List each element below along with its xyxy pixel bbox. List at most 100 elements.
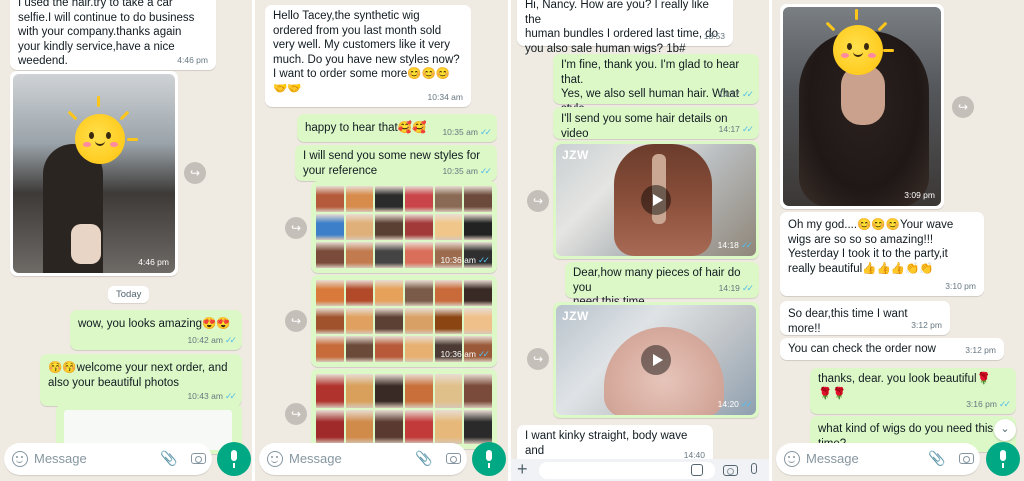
hair-video-2[interactable]: JZW 14:20 ✓✓	[556, 305, 756, 415]
plus-icon[interactable]: +	[517, 459, 528, 480]
wig-thumbnail[interactable]	[345, 374, 374, 408]
wig-thumbnail[interactable]	[434, 186, 463, 212]
photo-time: 3:09 pm	[904, 189, 935, 200]
video-message[interactable]: JZW 14:20 ✓✓	[553, 302, 759, 418]
forward-icon[interactable]: ↪	[285, 403, 307, 425]
scroll-down-icon[interactable]: ⌄	[994, 419, 1016, 441]
emoji-icon[interactable]	[12, 451, 28, 467]
play-icon[interactable]	[641, 345, 671, 375]
wig-thumbnail[interactable]	[375, 336, 403, 362]
wig-photo[interactable]: 3:09 pm	[783, 7, 941, 206]
wig-thumbnail[interactable]	[375, 214, 403, 240]
wig-thumbnail[interactable]	[345, 186, 374, 212]
forward-icon[interactable]: ↪	[285, 310, 307, 332]
attach-icon[interactable]: 📎	[160, 450, 177, 467]
wig-thumbnail[interactable]	[345, 410, 374, 444]
message-time: 14:17 ✓✓	[718, 123, 754, 134]
video-message[interactable]: JZW 14:18 ✓✓	[553, 141, 759, 259]
wig-thumbnail[interactable]	[434, 280, 463, 306]
wig-thumbnail[interactable]	[404, 308, 433, 334]
play-icon[interactable]	[641, 185, 671, 215]
wig-thumbnail[interactable]	[464, 280, 492, 306]
image-message[interactable]: 10:36 am ✓✓	[311, 275, 497, 367]
photo-message[interactable]: 4:46 pm	[10, 71, 178, 276]
wig-thumbnail[interactable]	[375, 186, 403, 212]
wig-thumbnail[interactable]	[434, 410, 463, 444]
wig-thumbnail[interactable]	[316, 410, 344, 444]
image-message[interactable]: 10:36 am ✓✓	[311, 181, 497, 273]
wig-thumbnail[interactable]	[404, 214, 433, 240]
wig-thumbnail[interactable]	[316, 186, 344, 212]
message-input-placeholder[interactable]: Message	[806, 451, 859, 466]
message-time: 10:35 am ✓✓	[442, 126, 492, 137]
forward-icon[interactable]: ↪	[184, 162, 206, 184]
wig-thumbnail[interactable]	[404, 242, 433, 268]
message-input-placeholder[interactable]: Message	[34, 451, 87, 466]
forward-icon[interactable]: ↪	[952, 96, 974, 118]
attach-icon[interactable]: 📎	[928, 450, 945, 467]
mic-button[interactable]	[472, 442, 506, 476]
read-ticks-icon: ✓✓	[224, 390, 237, 401]
wig-catalog-grid[interactable]	[316, 374, 492, 444]
wig-thumbnail[interactable]	[434, 214, 463, 240]
image-message[interactable]	[311, 369, 497, 449]
wig-thumbnail[interactable]	[434, 374, 463, 408]
wig-thumbnail[interactable]	[375, 242, 403, 268]
forward-icon[interactable]: ↪	[285, 217, 307, 239]
photo-time: 10:36 am ✓✓	[440, 254, 490, 265]
wig-thumbnail[interactable]	[404, 410, 433, 444]
mic-button[interactable]	[986, 442, 1020, 476]
wig-thumbnail[interactable]	[375, 374, 403, 408]
wig-thumbnail[interactable]	[434, 308, 463, 334]
photo-message[interactable]: 3:09 pm	[780, 4, 944, 209]
message-input-placeholder[interactable]: Message	[289, 451, 342, 466]
wig-thumbnail[interactable]	[464, 214, 492, 240]
wig-thumbnail[interactable]	[464, 308, 492, 334]
forward-icon[interactable]: ↪	[527, 348, 549, 370]
camera-icon[interactable]	[723, 465, 738, 476]
wig-thumbnail[interactable]	[464, 374, 492, 408]
sticker-icon[interactable]	[691, 464, 703, 476]
message-outgoing: I will send you some new styles for your…	[295, 145, 497, 181]
wig-thumbnail[interactable]	[404, 186, 433, 212]
selfie-photo[interactable]: 4:46 pm	[13, 74, 175, 273]
message-time: 10:43 am ✓✓	[187, 390, 237, 401]
message-input-bar[interactable]: Message 📎	[4, 443, 212, 475]
emoji-icon[interactable]	[784, 451, 800, 467]
wig-thumbnail[interactable]	[404, 374, 433, 408]
wig-thumbnail[interactable]	[375, 308, 403, 334]
wig-thumbnail[interactable]	[464, 410, 492, 444]
wig-thumbnail[interactable]	[316, 308, 344, 334]
wig-thumbnail[interactable]	[316, 242, 344, 268]
camera-icon[interactable]	[191, 453, 206, 464]
wig-thumbnail[interactable]	[345, 214, 374, 240]
wig-thumbnail[interactable]	[345, 280, 374, 306]
wig-thumbnail[interactable]	[404, 280, 433, 306]
read-ticks-icon: ✓✓	[741, 123, 754, 134]
message-input-bar[interactable]: Message 📎	[259, 443, 467, 475]
wig-thumbnail[interactable]	[345, 336, 374, 362]
wig-thumbnail[interactable]	[404, 336, 433, 362]
wig-thumbnail[interactable]	[345, 242, 374, 268]
hair-video-1[interactable]: JZW 14:18 ✓✓	[556, 144, 756, 256]
forward-icon[interactable]: ↪	[527, 190, 549, 212]
message-input[interactable]	[539, 462, 715, 479]
message-input-bar[interactable]: Message 📎	[776, 443, 980, 475]
camera-icon[interactable]	[959, 453, 974, 464]
read-ticks-icon: ✓✓	[479, 126, 492, 137]
wig-thumbnail[interactable]	[464, 186, 492, 212]
mic-icon[interactable]	[751, 463, 757, 474]
wig-thumbnail[interactable]	[375, 410, 403, 444]
emoji-icon[interactable]	[267, 451, 283, 467]
attach-icon[interactable]: 📎	[415, 450, 432, 467]
mic-button[interactable]	[217, 442, 251, 476]
message-outgoing: wow, you looks amazing😍😍 10:42 am ✓✓	[70, 310, 242, 350]
wig-thumbnail[interactable]	[345, 308, 374, 334]
camera-icon[interactable]	[446, 453, 461, 464]
message-incoming: So dear,this time I want more!! 3:12 pm	[780, 301, 950, 335]
wig-thumbnail[interactable]	[316, 214, 344, 240]
wig-thumbnail[interactable]	[316, 374, 344, 408]
wig-thumbnail[interactable]	[316, 280, 344, 306]
wig-thumbnail[interactable]	[316, 336, 344, 362]
wig-thumbnail[interactable]	[375, 280, 403, 306]
